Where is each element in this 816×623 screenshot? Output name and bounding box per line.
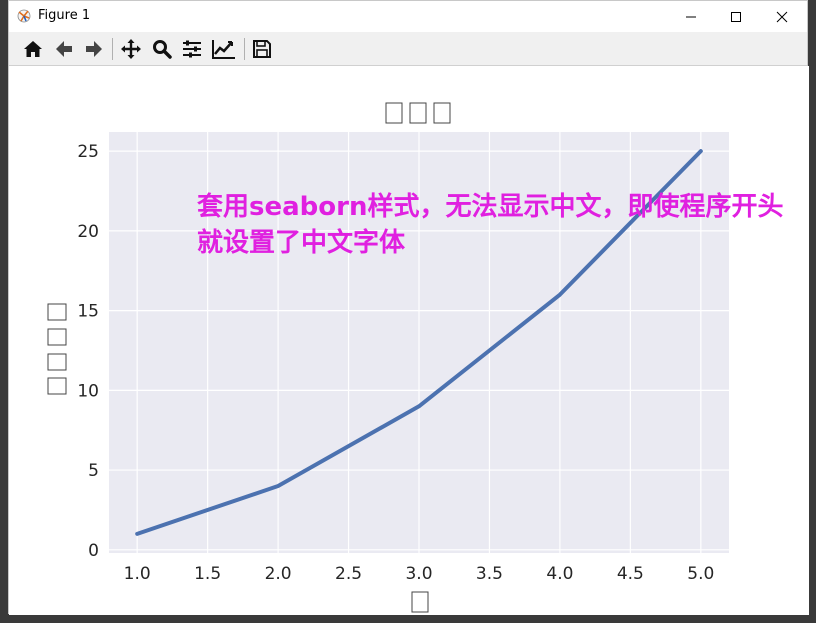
y-tick-label: 5 (88, 461, 99, 481)
missing-glyph-box (47, 303, 67, 321)
save-button[interactable] (250, 37, 274, 61)
x-tick-label: 1.0 (124, 564, 151, 584)
matplotlib-app-icon (17, 9, 31, 23)
forward-arrow-icon (86, 41, 102, 57)
missing-glyph-box (47, 353, 67, 371)
y-tick-label: 20 (77, 222, 99, 242)
edit-axis-icon (212, 40, 235, 59)
y-tick-label: 0 (88, 541, 99, 561)
minimize-icon (685, 16, 696, 17)
zoom-button[interactable] (150, 37, 174, 61)
configure-subplots-button[interactable] (180, 37, 204, 61)
x-tick-label: 5.0 (687, 564, 714, 584)
x-tick-label: 1.5 (194, 564, 221, 584)
missing-glyph-box (433, 102, 451, 124)
y-tick-label: 25 (77, 142, 99, 162)
x-tick-label: 2.0 (265, 564, 292, 584)
edit-axis-button[interactable] (212, 37, 236, 61)
maximize-button[interactable] (713, 1, 758, 32)
zoom-icon (153, 40, 172, 59)
x-tick-label: 3.0 (405, 564, 432, 584)
maximize-icon (730, 11, 741, 22)
x-tick-label: 2.5 (335, 564, 362, 584)
toolbar-separator (112, 38, 113, 60)
window-title: Figure 1 (38, 8, 91, 23)
navigation-toolbar (9, 32, 807, 66)
x-tick-label: 3.5 (476, 564, 503, 584)
y-tick-label: 10 (77, 381, 99, 401)
back-button[interactable] (52, 37, 76, 61)
forward-button[interactable] (82, 37, 106, 61)
missing-glyph-box (411, 591, 429, 613)
missing-glyph-box (47, 328, 67, 346)
missing-glyph-box (409, 102, 427, 124)
close-icon (776, 11, 787, 22)
subplots-config-icon (183, 40, 201, 58)
back-arrow-icon (56, 41, 72, 57)
pan-icon (121, 39, 141, 59)
home-icon (24, 41, 42, 57)
x-tick-label: 4.0 (546, 564, 573, 584)
figure-window: Figure 1 1.0 1.5 2.0 2.5 3.0 3.5 4.0 4.5… (8, 0, 809, 615)
y-axis-label (47, 303, 67, 395)
title-bar: Figure 1 (9, 1, 807, 32)
x-axis-label (411, 591, 429, 613)
figure-canvas[interactable]: 1.0 1.5 2.0 2.5 3.0 3.5 4.0 4.5 5.0 0 5 10 15 20 25 套用… (9, 66, 809, 615)
toolbar-separator (244, 38, 245, 60)
x-tick-label: 4.5 (617, 564, 644, 584)
annotation-text: 套用seaborn样式，无法显示中文，即使程序开头就设置了中文字体 (197, 192, 784, 258)
y-tick-label: 15 (77, 302, 99, 322)
pan-button[interactable] (119, 37, 143, 61)
chart-title (385, 102, 451, 124)
missing-glyph-box (385, 102, 403, 124)
close-button[interactable] (759, 1, 804, 32)
missing-glyph-box (47, 377, 67, 395)
save-icon (253, 40, 271, 58)
line-chart: 1.0 1.5 2.0 2.5 3.0 3.5 4.0 4.5 5.0 0 5 10 15 20 25 (47, 102, 729, 613)
home-button[interactable] (21, 37, 45, 61)
minimize-button[interactable] (668, 1, 713, 32)
